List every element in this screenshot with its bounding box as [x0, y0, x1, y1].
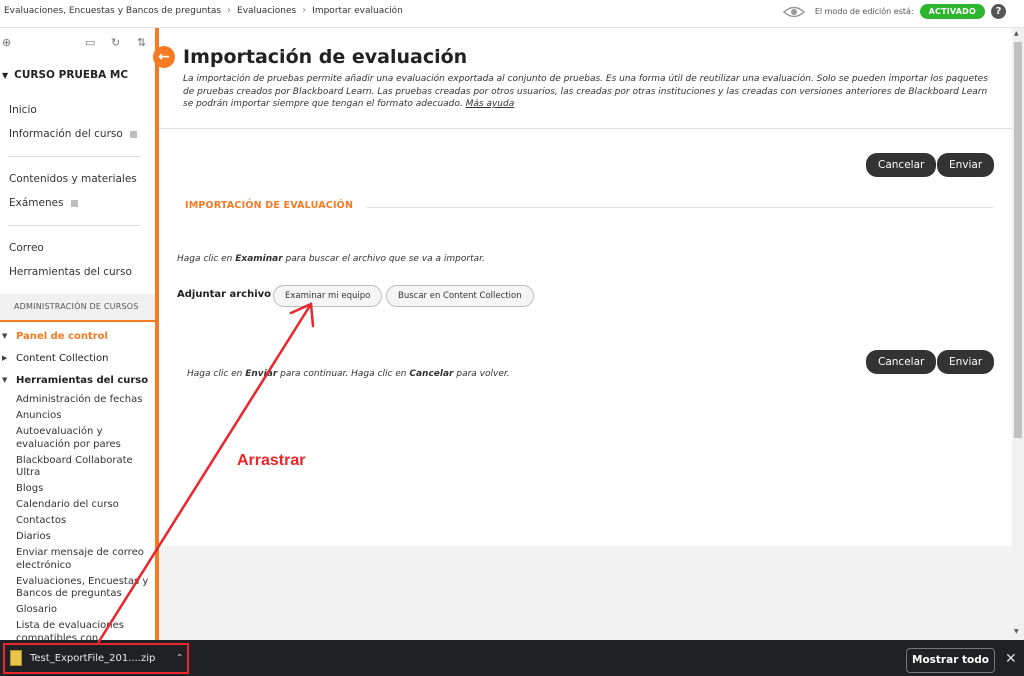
browse-computer-button[interactable]: Examinar mi equipo	[273, 285, 383, 307]
course-title-text: CURSO PRUEBA MC	[14, 69, 129, 81]
annotation-highlight-box	[3, 643, 189, 674]
scroll-down-icon[interactable]: ▼	[1014, 628, 1019, 635]
chevron-right-icon: ›	[227, 5, 232, 16]
panel-control[interactable]: ▼ Panel de control	[0, 325, 155, 347]
edit-mode-label: El modo de edición está:	[814, 7, 914, 16]
tool-item[interactable]: Diarios	[0, 531, 155, 544]
edit-mode-toggle[interactable]: ACTIVADO	[919, 4, 985, 19]
continue-part: para continuar. Haga clic en	[277, 369, 410, 379]
caret-down-icon: ▼	[2, 71, 9, 80]
breadcrumb-current: Importar evaluación	[312, 5, 403, 16]
caret-down-icon: ▼	[2, 376, 8, 384]
divider	[8, 156, 141, 157]
divider	[8, 225, 141, 226]
tool-item[interactable]: Contactos	[0, 515, 155, 528]
caret-down-icon: ▼	[2, 332, 8, 340]
hidden-item-icon	[70, 199, 78, 207]
continue-instructions: Haga clic en Enviar para continuar. Haga…	[187, 369, 510, 379]
top-bar: Evaluaciones, Encuestas y Bancos de preg…	[0, 0, 1024, 28]
sidebar-item-label: Contenidos y materiales	[9, 173, 137, 185]
page-description: La importación de pruebas permite añadir…	[183, 73, 993, 111]
tool-item[interactable]: Glosario	[0, 604, 155, 617]
sidebar-item-label: Herramientas del curso	[9, 266, 132, 278]
annotation-label: Arrastrar	[237, 452, 306, 469]
tool-item[interactable]: Anuncios	[0, 410, 155, 423]
tool-list: Administración de fechas Anuncios Autoev…	[0, 394, 155, 640]
submit-button[interactable]: Enviar	[937, 153, 995, 177]
content-collection[interactable]: ▶ Content Collection	[0, 347, 155, 369]
page-footer-area	[159, 546, 1012, 640]
more-help-link[interactable]: Más ayuda	[466, 99, 515, 109]
course-tools-header[interactable]: ▼ Herramientas del curso	[0, 369, 155, 391]
section-header: IMPORTACIÓN DE EVALUACIÓN	[185, 200, 354, 211]
panel-control-label: Panel de control	[16, 330, 108, 342]
course-title[interactable]: ▼ CURSO PRUEBA MC	[0, 58, 155, 92]
instruction-bold: Examinar	[235, 254, 283, 264]
instruction-part: para buscar el archivo que se va a impor…	[282, 254, 485, 264]
edit-mode-area: El modo de edición está: ACTIVADO ?	[782, 4, 1006, 19]
breadcrumb-item[interactable]: Evaluaciones	[237, 6, 296, 16]
browse-content-collection-button[interactable]: Buscar en Content Collection	[386, 285, 534, 307]
refresh-icon[interactable]: ↻	[111, 36, 120, 49]
caret-right-icon: ▶	[2, 354, 8, 362]
sidebar-item-label: Exámenes	[9, 197, 64, 209]
sidebar-item-label: Información del curso	[9, 128, 123, 140]
tool-item[interactable]: Calendario del curso	[0, 499, 155, 512]
sidebar-item-contenidos[interactable]: Contenidos y materiales	[0, 167, 155, 191]
close-icon[interactable]: ✕	[1005, 651, 1017, 667]
content-collection-label: Content Collection	[16, 352, 109, 364]
description-text: La importación de pruebas permite añadir…	[183, 74, 988, 109]
scroll-thumb[interactable]	[1014, 42, 1022, 438]
add-icon[interactable]: ⊕	[2, 36, 11, 49]
instruction-text: Haga clic en Examinar para buscar el arc…	[177, 254, 485, 264]
continue-bold: Enviar	[245, 369, 278, 379]
tool-item[interactable]: Lista de evaluaciones compatibles con di…	[0, 620, 155, 640]
course-sidebar: ⊕ ▭ ↻ ⇅ ▼ CURSO PRUEBA MC Inicio Informa…	[0, 28, 155, 640]
sidebar-item-examenes[interactable]: Exámenes	[0, 191, 155, 215]
continue-part: para volver.	[453, 369, 510, 379]
tool-item[interactable]: Blogs	[0, 483, 155, 496]
sidebar-item-correo[interactable]: Correo	[0, 236, 155, 260]
sidebar-item-label: Inicio	[9, 104, 37, 116]
tool-item[interactable]: Blackboard Collaborate Ultra	[0, 455, 155, 480]
sidebar-item-label: Correo	[9, 242, 44, 254]
continue-bold: Cancelar	[409, 369, 454, 379]
attach-file-label: Adjuntar archivo	[177, 289, 272, 300]
eye-icon	[782, 6, 805, 17]
sidebar-item-inicio[interactable]: Inicio	[0, 98, 155, 122]
help-icon[interactable]: ?	[991, 4, 1006, 19]
divider	[159, 128, 1012, 129]
breadcrumb: Evaluaciones, Encuestas y Bancos de preg…	[4, 5, 403, 16]
sidebar-item-info[interactable]: Información del curso	[0, 122, 155, 146]
course-tools-label: Herramientas del curso	[16, 374, 149, 386]
cancel-button[interactable]: Cancelar	[866, 153, 937, 177]
tool-item[interactable]: Evaluaciones, Encuestas y Bancos de preg…	[0, 576, 155, 601]
instruction-part: Haga clic en	[177, 254, 236, 264]
scrollbar[interactable]: ▲ ▼	[1012, 28, 1024, 640]
continue-part: Haga clic en	[187, 369, 246, 379]
sidebar-toolbar: ⊕ ▭ ↻ ⇅	[0, 28, 155, 58]
folder-icon[interactable]: ▭	[85, 36, 95, 49]
show-all-button[interactable]: Mostrar todo	[906, 648, 995, 673]
collapse-sidebar-button[interactable]: ←	[153, 46, 175, 68]
chevron-right-icon: ›	[302, 5, 307, 16]
sidebar-item-herramientas[interactable]: Herramientas del curso	[0, 260, 155, 284]
main-content: ← Importación de evaluación La importaci…	[153, 28, 1012, 640]
tool-item[interactable]: Enviar mensaje de correo electrónico	[0, 547, 155, 572]
cancel-button[interactable]: Cancelar	[866, 350, 937, 374]
breadcrumb-item[interactable]: Evaluaciones, Encuestas y Bancos de preg…	[4, 6, 221, 16]
scroll-up-icon[interactable]: ▲	[1014, 30, 1019, 37]
divider	[367, 207, 993, 208]
sort-icon[interactable]: ⇅	[137, 36, 146, 49]
page-title: Importación de evaluación	[183, 46, 468, 68]
submit-button[interactable]: Enviar	[937, 350, 995, 374]
hidden-item-icon	[129, 130, 137, 138]
tool-item[interactable]: Autoevaluación y evaluación por pares	[0, 426, 155, 451]
admin-header: ADMINISTRACIÓN DE CURSOS	[0, 294, 155, 320]
tool-item[interactable]: Administración de fechas	[0, 394, 155, 407]
